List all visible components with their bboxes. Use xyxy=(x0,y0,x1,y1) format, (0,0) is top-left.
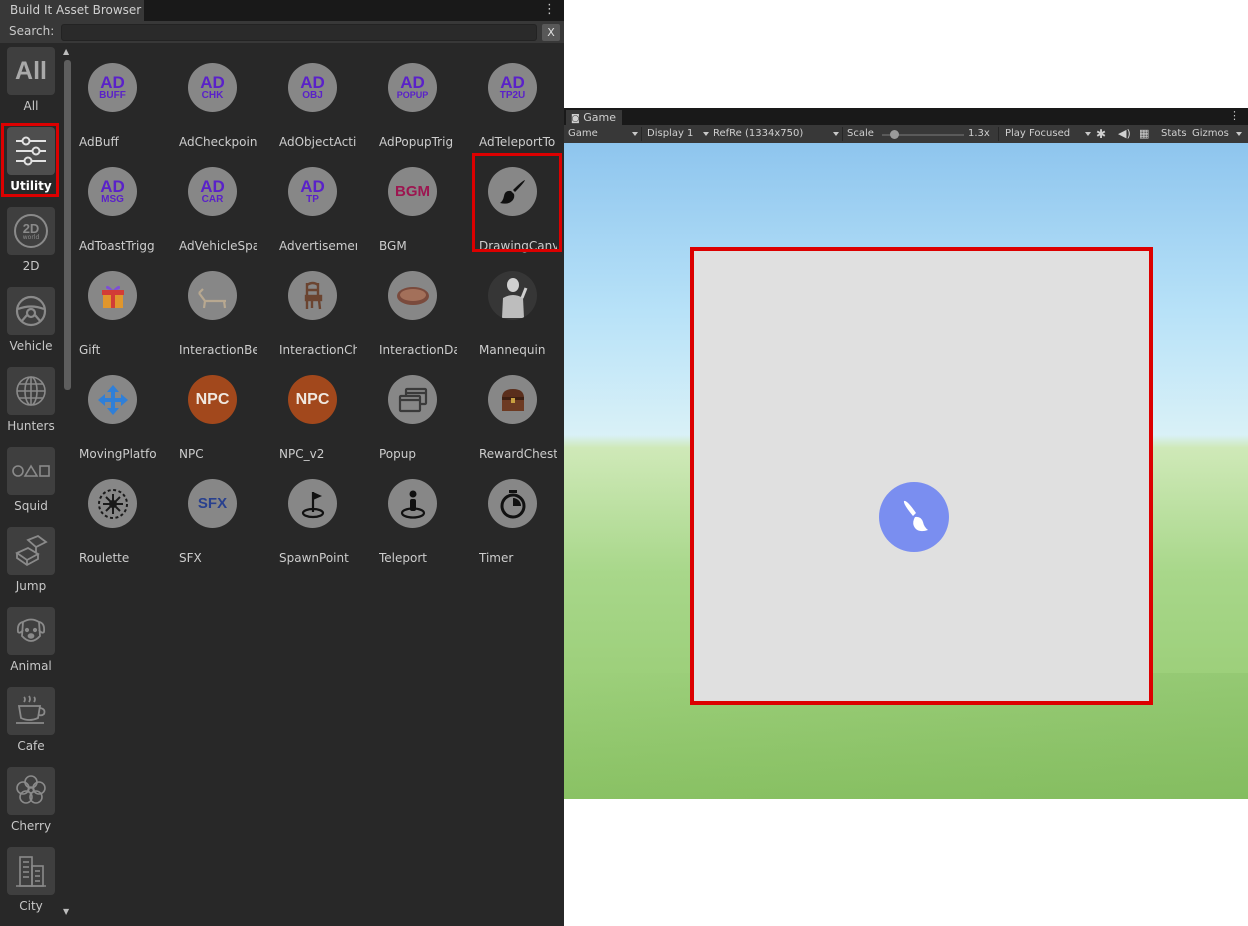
game-tab-bar: ◙ Game ⋮ xyxy=(564,108,1248,125)
play-mode-dropdown[interactable]: Play Focused xyxy=(1005,125,1091,143)
gizmos-dropdown[interactable]: Gizmos xyxy=(1192,125,1242,143)
display-dropdown[interactable]: Display 1 xyxy=(647,125,709,143)
audio-icon[interactable]: ◀) xyxy=(1118,125,1131,143)
scale-label: Scale xyxy=(847,128,874,139)
game-view-panel: ◙ Game ⋮ Game Display 1 RefRe (1334x750)… xyxy=(564,108,1248,799)
toolbar-separator xyxy=(998,127,999,141)
game-menu-icon[interactable]: ⋮ xyxy=(1229,109,1240,122)
game-tab-label: Game xyxy=(583,111,616,124)
scale-value: 1.3x xyxy=(968,128,990,139)
game-viewport[interactable] xyxy=(564,143,1248,799)
game-tab[interactable]: ◙ Game xyxy=(566,110,622,125)
paint-brush-icon[interactable] xyxy=(879,482,949,552)
view-mode-dropdown[interactable]: Game xyxy=(568,125,638,143)
scale-slider-knob[interactable] xyxy=(890,130,899,139)
keyboard-icon[interactable]: ▦ xyxy=(1139,125,1149,143)
bug-icon[interactable]: ✱ xyxy=(1096,125,1106,143)
toolbar-separator xyxy=(842,127,843,141)
toolbar-separator xyxy=(641,127,642,141)
game-toolbar: Game Display 1 RefRe (1334x750) Scale 1.… xyxy=(564,125,1248,143)
resolution-dropdown[interactable]: RefRe (1334x750) xyxy=(713,125,839,143)
gamepad-icon: ◙ xyxy=(571,114,580,124)
stats-button[interactable]: Stats xyxy=(1161,125,1187,143)
drawing-canvas-highlight xyxy=(690,247,1153,705)
